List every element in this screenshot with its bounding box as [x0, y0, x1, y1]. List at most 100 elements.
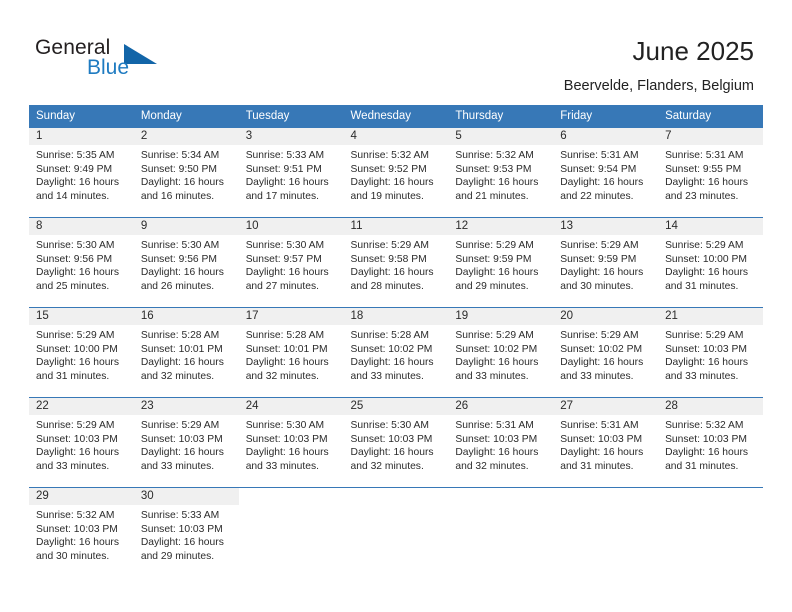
day-details: Sunrise: 5:29 AM Sunset: 9:58 PM Dayligh…: [344, 235, 449, 293]
sunset-text: Sunset: 9:53 PM: [455, 163, 532, 175]
day-cell[interactable]: 12 Sunrise: 5:29 AM Sunset: 9:59 PM Dayl…: [448, 217, 554, 308]
general-blue-logo[interactable]: General Blue: [35, 36, 215, 86]
sunset-text: Sunset: 10:00 PM: [36, 343, 118, 355]
sunset-text: Sunset: 9:52 PM: [350, 163, 427, 175]
sunrise-text: Sunrise: 5:29 AM: [350, 240, 429, 251]
day-cell[interactable]: 30 Sunrise: 5:33 AM Sunset: 10:03 PM Day…: [133, 487, 239, 578]
day-number: 2: [133, 128, 239, 145]
day-number: [238, 488, 344, 505]
day-number: 13: [553, 218, 659, 235]
day-details: Sunrise: 5:31 AM Sunset: 10:03 PM Daylig…: [448, 415, 553, 473]
day-cell[interactable]: 27 Sunrise: 5:31 AM Sunset: 10:03 PM Day…: [553, 397, 659, 488]
day-cell-empty: [553, 487, 659, 578]
day-cell[interactable]: 25 Sunrise: 5:30 AM Sunset: 10:03 PM Day…: [343, 397, 449, 488]
daylight-text-line2: and 28 minutes.: [350, 280, 424, 292]
sunrise-text: Sunrise: 5:31 AM: [560, 150, 639, 161]
day-number: 25: [343, 398, 449, 415]
day-cell[interactable]: 18 Sunrise: 5:28 AM Sunset: 10:02 PM Day…: [343, 307, 449, 398]
logo-text-blue: Blue: [87, 56, 130, 79]
daylight-text-line1: Daylight: 16 hours: [140, 177, 224, 189]
day-cell[interactable]: 10 Sunrise: 5:30 AM Sunset: 9:57 PM Dayl…: [238, 217, 344, 308]
day-cell[interactable]: 11 Sunrise: 5:29 AM Sunset: 9:58 PM Dayl…: [343, 217, 449, 308]
calendar-week-row: 1 Sunrise: 5:35 AM Sunset: 9:49 PM Dayli…: [29, 127, 763, 218]
day-cell-empty: [658, 487, 763, 578]
sunrise-text: Sunrise: 5:32 AM: [36, 510, 115, 521]
daylight-text-line2: and 31 minutes.: [665, 280, 739, 292]
day-cell[interactable]: 5 Sunrise: 5:32 AM Sunset: 9:53 PM Dayli…: [448, 127, 554, 218]
page-title: June 2025: [632, 36, 754, 66]
day-number: 1: [29, 128, 134, 145]
day-number: 15: [29, 308, 134, 325]
day-cell[interactable]: 8 Sunrise: 5:30 AM Sunset: 9:56 PM Dayli…: [29, 217, 134, 308]
daylight-text-line1: Daylight: 16 hours: [36, 267, 119, 279]
day-cell[interactable]: 16 Sunrise: 5:28 AM Sunset: 10:01 PM Day…: [133, 307, 239, 398]
day-cell[interactable]: 15 Sunrise: 5:29 AM Sunset: 10:00 PM Day…: [29, 307, 134, 398]
day-cell[interactable]: 24 Sunrise: 5:30 AM Sunset: 10:03 PM Day…: [238, 397, 344, 488]
daylight-text-line1: Daylight: 16 hours: [455, 357, 539, 369]
daylight-text-line1: Daylight: 16 hours: [665, 267, 749, 279]
day-cell[interactable]: 19 Sunrise: 5:29 AM Sunset: 10:02 PM Day…: [448, 307, 554, 398]
day-number: 28: [658, 398, 763, 415]
daylight-text-line2: and 31 minutes.: [665, 460, 739, 472]
day-cell[interactable]: 1 Sunrise: 5:35 AM Sunset: 9:49 PM Dayli…: [29, 127, 134, 218]
calendar-week-row: 29 Sunrise: 5:32 AM Sunset: 10:03 PM Day…: [29, 487, 763, 578]
sunset-text: Sunset: 10:03 PM: [245, 433, 328, 445]
weekday-header-tuesday: Tuesday: [238, 105, 344, 128]
daylight-text-line1: Daylight: 16 hours: [455, 267, 539, 279]
day-cell[interactable]: 13 Sunrise: 5:29 AM Sunset: 9:59 PM Dayl…: [553, 217, 659, 308]
daylight-text-line2: and 29 minutes.: [140, 550, 215, 562]
day-details: Sunrise: 5:32 AM Sunset: 9:53 PM Dayligh…: [448, 145, 553, 203]
sunset-text: Sunset: 9:59 PM: [560, 253, 637, 265]
day-cell[interactable]: 4 Sunrise: 5:32 AM Sunset: 9:52 PM Dayli…: [343, 127, 449, 218]
calendar-week-row: 8 Sunrise: 5:30 AM Sunset: 9:56 PM Dayli…: [29, 217, 763, 308]
day-cell[interactable]: 3 Sunrise: 5:33 AM Sunset: 9:51 PM Dayli…: [238, 127, 344, 218]
daylight-text-line2: and 33 minutes.: [245, 460, 319, 472]
sunrise-text: Sunrise: 5:28 AM: [350, 330, 429, 341]
daylight-text-line2: and 30 minutes.: [560, 280, 634, 292]
day-cell[interactable]: 29 Sunrise: 5:32 AM Sunset: 10:03 PM Day…: [29, 487, 134, 578]
sunset-text: Sunset: 10:03 PM: [140, 433, 223, 445]
sunrise-text: Sunrise: 5:28 AM: [245, 330, 325, 341]
sunset-text: Sunset: 9:58 PM: [350, 253, 427, 265]
daylight-text-line2: and 16 minutes.: [140, 190, 215, 202]
sunrise-text: Sunrise: 5:33 AM: [140, 510, 220, 521]
sunset-text: Sunset: 10:03 PM: [455, 433, 538, 445]
day-cell[interactable]: 23 Sunrise: 5:29 AM Sunset: 10:03 PM Day…: [133, 397, 239, 488]
day-details: Sunrise: 5:31 AM Sunset: 9:55 PM Dayligh…: [658, 145, 763, 203]
daylight-text-line1: Daylight: 16 hours: [140, 447, 224, 459]
sunset-text: Sunset: 10:03 PM: [350, 433, 433, 445]
day-cell[interactable]: 2 Sunrise: 5:34 AM Sunset: 9:50 PM Dayli…: [133, 127, 239, 218]
day-cell[interactable]: 9 Sunrise: 5:30 AM Sunset: 9:56 PM Dayli…: [133, 217, 239, 308]
calendar-header-row: Sunday Monday Tuesday Wednesday Thursday…: [29, 105, 763, 128]
day-number: 8: [29, 218, 134, 235]
page-header: General Blue June 2025 Beervelde, Flande…: [0, 0, 792, 100]
sunset-text: Sunset: 9:59 PM: [455, 253, 532, 265]
day-details: Sunrise: 5:31 AM Sunset: 10:03 PM Daylig…: [553, 415, 658, 473]
day-cell[interactable]: 7 Sunrise: 5:31 AM Sunset: 9:55 PM Dayli…: [658, 127, 763, 218]
day-cell[interactable]: 20 Sunrise: 5:29 AM Sunset: 10:02 PM Day…: [553, 307, 659, 398]
daylight-text-line2: and 33 minutes.: [560, 370, 634, 382]
daylight-text-line2: and 23 minutes.: [665, 190, 739, 202]
day-details: Sunrise: 5:29 AM Sunset: 9:59 PM Dayligh…: [553, 235, 658, 293]
daylight-text-line1: Daylight: 16 hours: [350, 177, 434, 189]
day-details: Sunrise: 5:29 AM Sunset: 10:03 PM Daylig…: [134, 415, 239, 473]
day-cell[interactable]: 17 Sunrise: 5:28 AM Sunset: 10:01 PM Day…: [238, 307, 344, 398]
day-number: 6: [553, 128, 659, 145]
day-details: Sunrise: 5:30 AM Sunset: 9:57 PM Dayligh…: [239, 235, 344, 293]
daylight-text-line2: and 14 minutes.: [36, 190, 110, 202]
day-number: 22: [29, 398, 134, 415]
day-cell[interactable]: 14 Sunrise: 5:29 AM Sunset: 10:00 PM Day…: [658, 217, 763, 308]
day-cell[interactable]: 22 Sunrise: 5:29 AM Sunset: 10:03 PM Day…: [29, 397, 134, 488]
day-cell[interactable]: 26 Sunrise: 5:31 AM Sunset: 10:03 PM Day…: [448, 397, 554, 488]
calendar-week-row: 15 Sunrise: 5:29 AM Sunset: 10:00 PM Day…: [29, 307, 763, 398]
daylight-text-line1: Daylight: 16 hours: [36, 357, 119, 369]
daylight-text-line2: and 32 minutes.: [140, 370, 215, 382]
sunrise-text: Sunrise: 5:28 AM: [140, 330, 220, 341]
day-number: 17: [238, 308, 344, 325]
day-details: Sunrise: 5:32 AM Sunset: 10:03 PM Daylig…: [658, 415, 763, 473]
day-cell[interactable]: 21 Sunrise: 5:29 AM Sunset: 10:03 PM Day…: [658, 307, 763, 398]
day-cell[interactable]: 28 Sunrise: 5:32 AM Sunset: 10:03 PM Day…: [658, 397, 763, 488]
day-details: Sunrise: 5:33 AM Sunset: 9:51 PM Dayligh…: [239, 145, 344, 203]
day-cell[interactable]: 6 Sunrise: 5:31 AM Sunset: 9:54 PM Dayli…: [553, 127, 659, 218]
daylight-text-line1: Daylight: 16 hours: [560, 357, 644, 369]
